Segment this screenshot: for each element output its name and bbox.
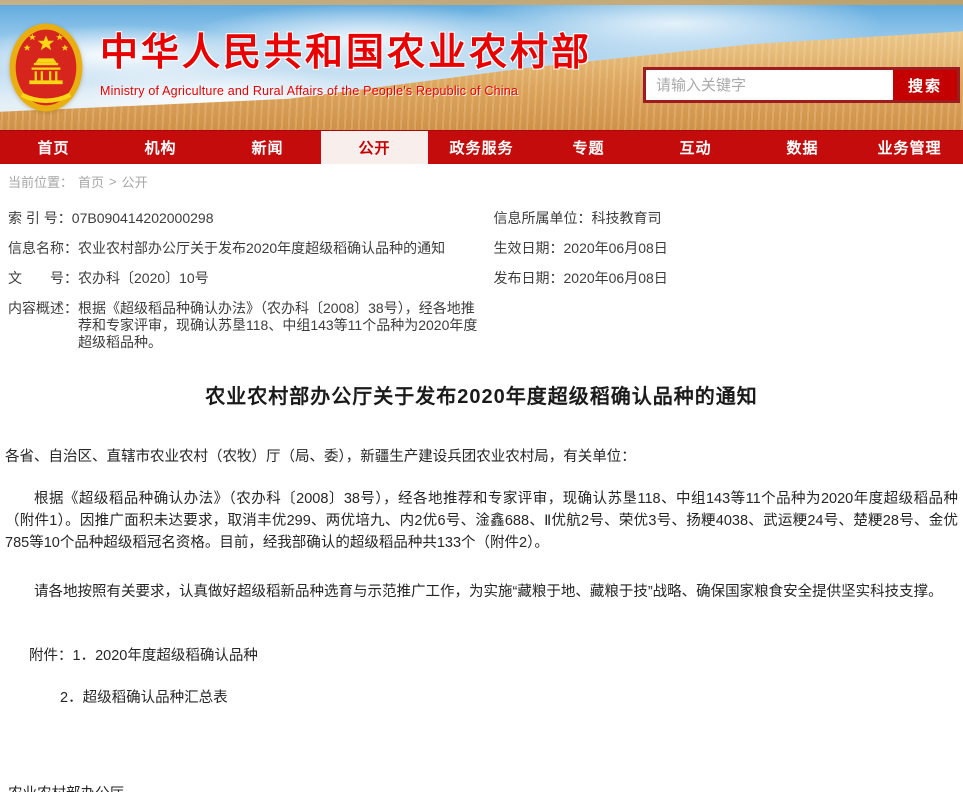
nav-item-gov-services[interactable]: 政务服务 — [428, 131, 535, 164]
document-salutation: 各省、自治区、直辖市农业农村（农牧）厅（局、委），新疆生产建设兵团农业农村局，有… — [5, 446, 958, 468]
logo-text: 中华人民共和国农业农村部 Ministry of Agriculture and… — [100, 22, 592, 98]
meta-value: 2020年06月08日 — [564, 240, 668, 257]
nav-item-business-management[interactable]: 业务管理 — [856, 131, 963, 164]
attachments-label: 附件： — [29, 648, 73, 664]
search-box: 搜索 — [643, 67, 960, 103]
nav-item-disclosure[interactable]: 公开 — [321, 131, 428, 164]
meta-row-info-name: 信息名称： 农业农村部办公厅关于发布2020年度超级稻确认品种的通知 — [8, 240, 482, 257]
meta-value: 2020年06月08日 — [564, 270, 668, 287]
document-paragraph-2: 请各地按照有关要求，认真做好超级稻新品种选育与示范推广工作，为实施“藏粮于地、藏… — [5, 581, 958, 603]
site-header: 中华人民共和国农业农村部 Ministry of Agriculture and… — [0, 0, 963, 130]
attachments-line-1: 附件：1．2020年度超级稻确认品种 — [29, 645, 958, 667]
nav-item-data[interactable]: 数据 — [749, 131, 856, 164]
attachment-link-2[interactable]: 2．超级稻确认品种汇总表 — [60, 690, 228, 706]
metadata-right-column: 信息所属单位： 科技教育司 生效日期： 2020年06月08日 发布日期： 20… — [482, 210, 956, 364]
header-top-strip — [0, 0, 963, 5]
document-title: 农业农村部办公厅关于发布2020年度超级稻确认品种的通知 — [3, 380, 960, 409]
meta-label: 发布日期： — [494, 270, 564, 287]
national-emblem-icon — [8, 22, 84, 116]
meta-value: 科技教育司 — [592, 210, 662, 227]
attachments-line-2: 2．超级稻确认品种汇总表 — [60, 687, 958, 709]
meta-label: 信息所属单位： — [494, 210, 592, 227]
site-logo[interactable]: 中华人民共和国农业农村部 Ministry of Agriculture and… — [8, 22, 592, 116]
document-metadata: 索 引 号： 07B090414202000298 信息名称： 农业农村部办公厅… — [0, 198, 963, 364]
meta-row-issuing-unit: 信息所属单位： 科技教育司 — [494, 210, 956, 227]
meta-value: 根据《超级稻品种确认办法》（农办科〔2008〕38号），经各地推荐和专家评审，现… — [78, 300, 486, 351]
main-nav: 首页 机构 新闻 公开 政务服务 专题 互动 数据 业务管理 — [0, 130, 963, 164]
nav-item-interaction[interactable]: 互动 — [642, 131, 749, 164]
nav-item-home[interactable]: 首页 — [0, 131, 107, 164]
document-content: 农业农村部办公厅关于发布2020年度超级稻确认品种的通知 各省、自治区、直辖市农… — [0, 380, 963, 792]
meta-value: 07B090414202000298 — [72, 210, 214, 227]
breadcrumb-link-home[interactable]: 首页 — [78, 172, 104, 191]
meta-label: 信息名称： — [8, 240, 78, 257]
meta-row-summary: 内容概述： 根据《超级稻品种确认办法》（农办科〔2008〕38号），经各地推荐和… — [8, 300, 482, 351]
document-body: 各省、自治区、直辖市农业农村（农牧）厅（局、委），新疆生产建设兵团农业农村局，有… — [3, 446, 960, 792]
search-button[interactable]: 搜索 — [893, 70, 957, 100]
breadcrumb: 当前位置： 首页 > 公开 — [0, 164, 963, 198]
meta-row-effective-date: 生效日期： 2020年06月08日 — [494, 240, 956, 257]
meta-value: 农办科〔2020〕10号 — [78, 270, 209, 287]
breadcrumb-prefix: 当前位置： — [8, 172, 73, 191]
document-paragraph-1: 根据《超级稻品种确认办法》（农办科〔2008〕38号），经各地推荐和专家评审，现… — [5, 488, 958, 554]
document-signature: 农业农村部办公厅 — [8, 783, 958, 792]
nav-item-organization[interactable]: 机构 — [107, 131, 214, 164]
meta-label: 生效日期： — [494, 240, 564, 257]
breadcrumb-link-disclosure[interactable]: 公开 — [122, 172, 148, 191]
search-input[interactable] — [646, 70, 893, 100]
meta-label: 索 引 号： — [8, 210, 72, 227]
nav-item-topics[interactable]: 专题 — [535, 131, 642, 164]
meta-label: 文 号： — [8, 270, 78, 287]
meta-value: 农业农村部办公厅关于发布2020年度超级稻确认品种的通知 — [78, 240, 445, 257]
meta-row-index-number: 索 引 号： 07B090414202000298 — [8, 210, 482, 227]
site-title: 中华人民共和国农业农村部 — [100, 32, 592, 76]
site-subtitle: Ministry of Agriculture and Rural Affair… — [100, 84, 592, 98]
metadata-left-column: 索 引 号： 07B090414202000298 信息名称： 农业农村部办公厅… — [8, 210, 482, 364]
breadcrumb-separator: > — [109, 174, 117, 189]
attachment-link-1[interactable]: 1．2020年度超级稻确认品种 — [73, 648, 258, 664]
meta-row-publish-date: 发布日期： 2020年06月08日 — [494, 270, 956, 287]
nav-item-news[interactable]: 新闻 — [214, 131, 321, 164]
meta-row-doc-number: 文 号： 农办科〔2020〕10号 — [8, 270, 482, 287]
page: 中华人民共和国农业农村部 Ministry of Agriculture and… — [0, 0, 963, 792]
meta-label: 内容概述： — [8, 300, 78, 351]
